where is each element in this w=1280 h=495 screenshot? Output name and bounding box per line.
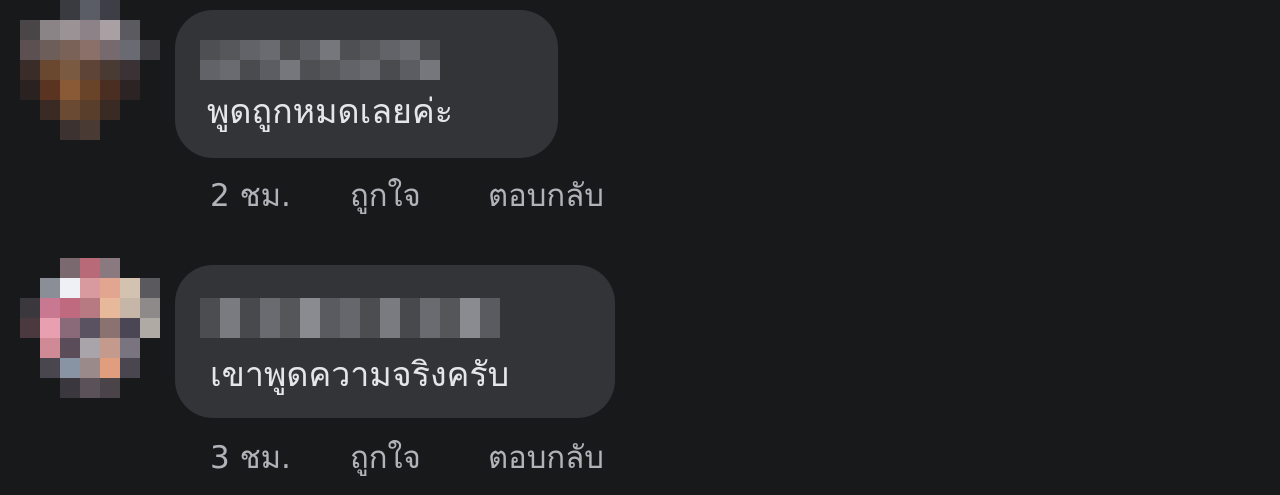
avatar-pixel xyxy=(140,298,160,318)
avatar-pixel xyxy=(80,318,100,338)
name-pixel xyxy=(420,318,440,338)
avatar-pixel xyxy=(60,358,80,378)
name-pixel xyxy=(320,318,340,338)
name-pixel xyxy=(360,318,380,338)
avatar-pixel xyxy=(40,298,60,318)
avatar-pixel xyxy=(140,258,160,278)
avatar-pixel xyxy=(40,258,60,278)
name-pixel xyxy=(460,318,480,338)
avatar-pixel xyxy=(60,378,80,398)
avatar-pixel xyxy=(80,298,100,318)
name-pixel xyxy=(380,298,400,318)
name-pixel xyxy=(340,318,360,338)
avatar-pixel xyxy=(140,318,160,338)
name-pixel xyxy=(360,298,380,318)
name-pixel xyxy=(400,318,420,338)
avatar-pixel xyxy=(80,278,100,298)
name-pixel xyxy=(300,318,320,338)
avatar-pixel xyxy=(60,338,80,358)
avatar-pixel xyxy=(20,358,40,378)
name-pixel xyxy=(200,318,220,338)
name-pixel xyxy=(260,318,280,338)
avatar-pixel xyxy=(20,258,40,278)
name-pixel xyxy=(200,298,220,318)
avatar-pixel xyxy=(20,338,40,358)
avatar-pixel xyxy=(140,338,160,358)
comment-text: เขาพูดความจริงครับ xyxy=(210,355,510,395)
like-button[interactable]: ถูกใจ xyxy=(350,440,488,476)
avatar-pixel xyxy=(120,278,140,298)
avatar-pixel xyxy=(40,318,60,338)
name-pixel xyxy=(220,318,240,338)
avatar-pixel xyxy=(100,298,120,318)
name-pixel xyxy=(340,298,360,318)
name-pixel xyxy=(480,318,500,338)
name-pixel xyxy=(300,298,320,318)
avatar-pixel xyxy=(20,298,40,318)
reply-button[interactable]: ตอบกลับ xyxy=(488,440,604,476)
avatar-pixel xyxy=(20,278,40,298)
avatar-pixel xyxy=(80,358,100,378)
avatar-pixel xyxy=(120,378,140,398)
name-pixel xyxy=(240,298,260,318)
avatar-pixel xyxy=(40,378,60,398)
avatar-pixel xyxy=(80,378,100,398)
avatar-pixel xyxy=(100,378,120,398)
comment-timestamp[interactable]: 3 ชม. xyxy=(210,440,350,476)
avatar-pixel xyxy=(120,358,140,378)
avatar-pixel xyxy=(140,358,160,378)
avatar-pixel xyxy=(20,378,40,398)
avatar-pixel xyxy=(80,338,100,358)
name-pixel xyxy=(440,298,460,318)
avatar-pixel xyxy=(80,258,100,278)
avatar-pixel xyxy=(140,378,160,398)
avatar-pixel xyxy=(100,318,120,338)
name-pixel xyxy=(280,298,300,318)
comment-actions: 3 ชม. ถูกใจ ตอบกลับ xyxy=(210,440,604,476)
avatar-pixel xyxy=(60,278,80,298)
avatar-pixel xyxy=(60,258,80,278)
author-name-blurred[interactable] xyxy=(200,298,500,338)
avatar-pixel xyxy=(120,318,140,338)
avatar-pixel xyxy=(40,278,60,298)
avatar-pixel xyxy=(120,258,140,278)
avatar-pixel xyxy=(40,338,60,358)
avatar-pixel xyxy=(60,298,80,318)
avatar-pixel xyxy=(100,358,120,378)
name-pixel xyxy=(240,318,260,338)
avatar-pixel xyxy=(120,338,140,358)
comment-2: เขาพูดความจริงครับ 3 ชม. ถูกใจ ตอบกลับ xyxy=(0,0,1280,495)
avatar-pixel xyxy=(140,278,160,298)
avatar-pixel xyxy=(20,318,40,338)
name-pixel xyxy=(440,318,460,338)
name-pixel xyxy=(320,298,340,318)
avatar-pixel xyxy=(60,318,80,338)
name-pixel xyxy=(480,298,500,318)
avatar-pixel xyxy=(100,338,120,358)
avatar-pixel xyxy=(40,358,60,378)
name-pixel xyxy=(400,298,420,318)
name-pixel xyxy=(420,298,440,318)
name-pixel xyxy=(380,318,400,338)
comment-bubble: เขาพูดความจริงครับ xyxy=(175,265,615,418)
avatar[interactable] xyxy=(20,258,160,398)
avatar-pixel xyxy=(100,278,120,298)
name-pixel xyxy=(460,298,480,318)
name-pixel xyxy=(220,298,240,318)
name-pixel xyxy=(260,298,280,318)
avatar-pixel xyxy=(100,258,120,278)
name-pixel xyxy=(280,318,300,338)
avatar-pixel xyxy=(120,298,140,318)
